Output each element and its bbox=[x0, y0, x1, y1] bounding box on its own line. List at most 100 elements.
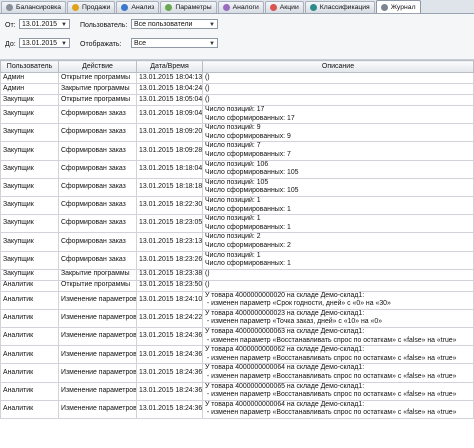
cell-action: Изменение параметров bbox=[58, 308, 137, 329]
cell-datetime: 13.01.2015 18:24:36 bbox=[136, 381, 203, 401]
cell-user: Аналитик bbox=[0, 363, 59, 383]
column-header-datetime[interactable]: Дата/Время bbox=[136, 60, 203, 73]
table-row[interactable]: Закупщик Закрытие программы 13.01.2015 18:… bbox=[0, 268, 474, 281]
cell-datetime: 13.01.2015 18:24:22 bbox=[136, 308, 203, 329]
column-header-description[interactable]: Описание bbox=[202, 60, 474, 73]
table-row[interactable]: Закупщик Сформирован заказ 13.01.2015 18:2… bbox=[0, 250, 474, 270]
sales-icon bbox=[72, 4, 80, 11]
balance-icon bbox=[6, 4, 13, 11]
cell-action: Открытие программы bbox=[58, 279, 137, 292]
cell-user: Аналитик bbox=[0, 279, 59, 292]
to-label: До: bbox=[5, 41, 16, 48]
from-label: От: bbox=[5, 22, 16, 29]
tab-label: Аналоги bbox=[232, 4, 259, 11]
analysis-icon bbox=[121, 4, 129, 11]
cell-user: Закупщик bbox=[0, 104, 59, 125]
tab-classification[interactable]: Классификация bbox=[304, 1, 375, 13]
tab-sales[interactable]: Продажи bbox=[67, 1, 116, 13]
to-date-picker[interactable]: 13.01.2015 ▼ bbox=[19, 38, 70, 48]
cell-description: Число позиций: 106 Число сформированных:… bbox=[202, 159, 474, 179]
tab-parameters[interactable]: Параметры bbox=[160, 1, 217, 13]
tab-label: Продажи bbox=[82, 4, 111, 11]
cell-description: Число позиций: 1 Число сформированных: 1 bbox=[202, 214, 474, 234]
cell-description: У товара 4000000000020 на складе Демо-ск… bbox=[202, 290, 474, 310]
tab-analysis[interactable]: Анализ bbox=[116, 1, 160, 13]
table-row[interactable]: Закупщик Сформирован заказ 13.01.2015 18:0… bbox=[0, 123, 474, 143]
table-row[interactable]: Аналитик Изменение параметров 13.01.2015 1… bbox=[0, 327, 474, 347]
cell-datetime: 13.01.2015 18:23:26 bbox=[136, 250, 203, 270]
cell-action: Изменение параметров bbox=[58, 381, 137, 401]
cell-description: Число позиций: 1 Число сформированных: 1 bbox=[202, 195, 474, 216]
cell-description: () bbox=[202, 279, 474, 292]
cell-description: У товара 4000000000064 на складе Демо-ск… bbox=[202, 399, 474, 420]
cell-user: Закупщик bbox=[0, 214, 59, 234]
cell-datetime: 13.01.2015 18:24:36 bbox=[136, 345, 203, 365]
table-row[interactable]: Аналитик Изменение параметров 13.01.2015 1… bbox=[0, 290, 474, 310]
cell-action: Закрытие программы bbox=[58, 83, 137, 95]
tab-promotions[interactable]: Акции bbox=[264, 1, 304, 13]
table-row[interactable]: Закупщик Сформирован заказ 13.01.2015 18:2… bbox=[0, 195, 474, 216]
tab-analogs[interactable]: Аналоги bbox=[217, 1, 264, 13]
tab-balance[interactable]: Балансировка bbox=[1, 1, 67, 13]
tab-label: Анализ bbox=[131, 4, 155, 11]
table-row[interactable]: Аналитик Изменение параметров 13.01.2015 1… bbox=[0, 345, 474, 365]
cell-datetime: 13.01.2015 18:23:50 bbox=[136, 279, 203, 292]
tab-label: Акции bbox=[279, 4, 299, 11]
table-row[interactable]: Закупщик Сформирован заказ 13.01.2015 18:1… bbox=[0, 159, 474, 179]
show-label: Отображать: bbox=[80, 41, 122, 48]
cell-user: Аналитик bbox=[0, 327, 59, 347]
parameters-icon bbox=[165, 4, 173, 11]
table-row[interactable]: Закупщик Сформирован заказ 13.01.2015 18:0… bbox=[0, 141, 474, 161]
table-row[interactable]: Аналитик Изменение параметров 13.01.2015 1… bbox=[0, 363, 474, 383]
from-date-value: 13.01.2015 bbox=[22, 20, 58, 28]
cell-datetime: 13.01.2015 18:24:36 bbox=[136, 327, 203, 347]
cell-action: Изменение параметров bbox=[58, 363, 137, 383]
cell-description: У товара 4000000000062 на складе Демо-ск… bbox=[202, 345, 474, 365]
chevron-down-icon[interactable]: ▼ bbox=[61, 41, 67, 47]
chevron-down-icon[interactable]: ▼ bbox=[209, 22, 215, 28]
cell-description: Число позиций: 105 Число сформированных:… bbox=[202, 177, 474, 197]
analogs-icon bbox=[222, 4, 230, 11]
cell-datetime: 13.01.2015 18:09:28 bbox=[136, 141, 203, 161]
table-row[interactable]: Админ Закрытие программы 13.01.2015 18:04:… bbox=[0, 83, 474, 95]
cell-action: Сформирован заказ bbox=[58, 159, 137, 179]
cell-description: Число позиций: 17 Число сформированных: … bbox=[202, 104, 474, 125]
journal-table: Пользователь Действие Дата/Время Описани… bbox=[0, 60, 474, 420]
table-row[interactable]: Закупщик Сформирован заказ 13.01.2015 18:2… bbox=[0, 214, 474, 234]
cell-datetime: 13.01.2015 18:24:36 bbox=[136, 363, 203, 383]
cell-action: Сформирован заказ bbox=[58, 141, 137, 161]
chevron-down-icon[interactable]: ▼ bbox=[61, 22, 67, 28]
cell-user: Админ bbox=[0, 83, 59, 95]
cell-action: Изменение параметров bbox=[58, 327, 137, 347]
table-row[interactable]: Закупщик Открытие программы 13.01.2015 18:… bbox=[0, 94, 474, 106]
table-row[interactable]: Аналитик Открытие программы 13.01.2015 18:… bbox=[0, 279, 474, 292]
cell-datetime: 13.01.2015 18:23:38 bbox=[136, 268, 203, 281]
column-header-user[interactable]: Пользователь bbox=[0, 60, 59, 73]
show-select[interactable]: Все ▼ bbox=[131, 38, 218, 48]
cell-description: () bbox=[202, 268, 474, 281]
tab-label: Журнал bbox=[390, 3, 416, 11]
column-header-action[interactable]: Действие bbox=[58, 60, 137, 73]
table-row[interactable]: Закупщик Сформирован заказ 13.01.2015 18:2… bbox=[0, 232, 474, 252]
table-row[interactable]: Закупщик Сформирован заказ 13.01.2015 18:1… bbox=[0, 177, 474, 197]
from-date-picker[interactable]: 13.01.2015 ▼ bbox=[19, 19, 70, 29]
cell-datetime: 13.01.2015 18:22:30 bbox=[136, 195, 203, 216]
show-select-value: Все bbox=[134, 39, 147, 47]
tab-label: Параметры bbox=[175, 4, 212, 11]
table-row[interactable]: Аналитик Изменение параметров 13.01.2015 1… bbox=[0, 399, 474, 420]
table-row[interactable]: Закупщик Сформирован заказ 13.01.2015 18:0… bbox=[0, 104, 474, 125]
cell-user: Закупщик bbox=[0, 268, 59, 281]
table-row[interactable]: Аналитик Изменение параметров 13.01.2015 1… bbox=[0, 308, 474, 329]
tab-journal[interactable]: Журнал bbox=[375, 0, 421, 13]
to-date-value: 13.01.2015 bbox=[22, 39, 58, 47]
cell-description: Число позиций: 9 Число сформированных: 9 bbox=[202, 123, 474, 143]
cell-user: Аналитик bbox=[0, 381, 59, 401]
tab-label: Балансировка bbox=[16, 4, 62, 11]
cell-datetime: 13.01.2015 18:04:13 bbox=[136, 72, 203, 84]
cell-user: Закупщик bbox=[0, 195, 59, 216]
table-row[interactable]: Аналитик Изменение параметров 13.01.2015 1… bbox=[0, 381, 474, 401]
user-select[interactable]: Все пользователи ▼ bbox=[131, 19, 218, 29]
chevron-down-icon[interactable]: ▼ bbox=[209, 41, 215, 47]
cell-user: Аналитик bbox=[0, 345, 59, 365]
table-row[interactable]: Админ Открытие программы 13.01.2015 18:04:… bbox=[0, 72, 474, 84]
